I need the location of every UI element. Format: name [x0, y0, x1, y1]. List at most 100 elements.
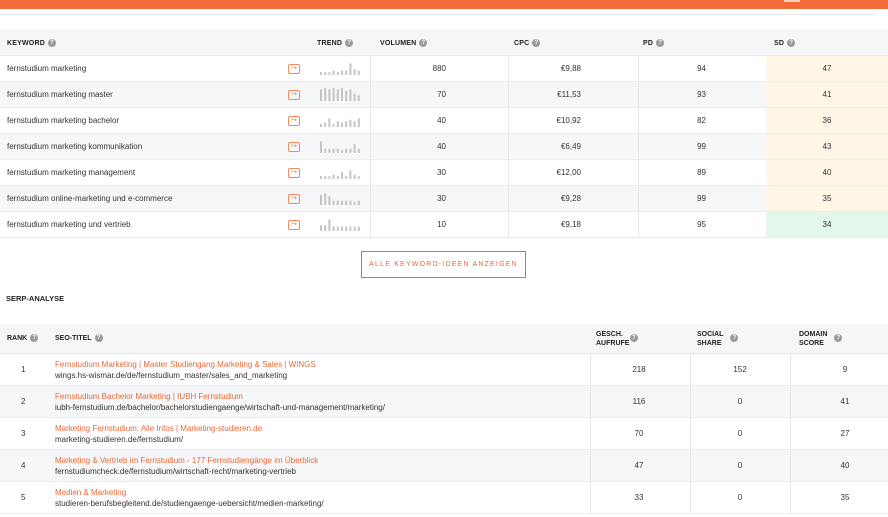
trend-bar [357, 118, 360, 127]
rank-value: 2 [21, 397, 26, 406]
trend-sparkline [320, 193, 360, 205]
question-circle-icon[interactable]: ? [834, 334, 843, 343]
external-arrow-icon[interactable]: ↪ [288, 168, 300, 178]
header-domain-score[interactable]: DOMAIN? SCORE [799, 330, 843, 348]
sd-value: 35 [766, 186, 888, 211]
header-social-share[interactable]: SOCIAL? SHARE [697, 330, 739, 348]
pd-value: 95 [697, 220, 706, 229]
trend-sparkline [320, 88, 360, 101]
column-divider [370, 212, 371, 237]
keyword-row: fernstudium marketing bachelor ↪ 40 €10,92 8… [0, 108, 888, 134]
trend-bar [328, 118, 331, 127]
column-divider [638, 56, 639, 81]
serp-title-link[interactable]: Marketing & Vertrieb im Fernstudium - 17… [55, 456, 318, 465]
serp-title-link[interactable]: Medien & Marketing [55, 488, 126, 497]
sd-value: 41 [766, 82, 888, 107]
serp-title-link[interactable]: Fernstudium Marketing | Master Studienga… [55, 360, 316, 369]
trend-bar [357, 226, 360, 231]
external-arrow-icon[interactable]: ↪ [288, 116, 300, 126]
keyword-row: fernstudium marketing master ↪ 70 €11,53 93 4… [0, 82, 888, 108]
trend-bar [324, 122, 327, 127]
views-value: 70 [634, 429, 644, 438]
header-trend[interactable]: TREND? [317, 39, 354, 47]
pd-value: 93 [697, 90, 706, 99]
question-circle-icon[interactable]: ? [30, 334, 39, 343]
trend-bar [349, 119, 352, 127]
domain-score-value: 41 [840, 397, 850, 406]
trend-bar [320, 124, 322, 127]
pd-value: 99 [697, 142, 706, 151]
keyword-text[interactable]: fernstudium marketing management [7, 160, 135, 185]
serp-table-header: RANK? SEO-TITEL? GESCH.? AUFRUFE SOCIAL? S… [0, 324, 888, 354]
external-arrow-icon[interactable]: ↪ [288, 194, 300, 204]
question-circle-icon[interactable]: ? [94, 334, 103, 343]
keyword-text[interactable]: fernstudium online-marketing und e-comme… [7, 186, 172, 211]
trend-bar [324, 193, 327, 205]
serp-url: marketing-studieren.de/fernstudium/ [55, 435, 184, 444]
external-arrow-icon[interactable]: ↪ [288, 220, 300, 230]
trend-bar [345, 70, 348, 75]
trend-bar [353, 69, 356, 75]
header-volume[interactable]: VOLUMEN? [380, 39, 428, 47]
column-divider [370, 56, 371, 81]
cpc-value: €9,88 [560, 64, 581, 73]
external-arrow-icon[interactable]: ↪ [288, 64, 300, 74]
serp-title-link[interactable]: Marketing Fernstudium: Alle Infos | Mark… [55, 424, 262, 433]
header-keyword[interactable]: KEYWORD? [7, 39, 56, 47]
header-cpc[interactable]: CPC? [514, 39, 541, 47]
trend-bar [345, 148, 348, 153]
question-circle-icon[interactable]: ? [629, 334, 638, 343]
trend-bar [320, 225, 322, 231]
trend-bar [341, 171, 343, 179]
trend-bar [320, 194, 322, 205]
column-divider [790, 450, 791, 481]
trend-bar [328, 72, 331, 75]
trend-bar [320, 72, 322, 75]
serp-row: 1 Fernstudium Marketing | Master Studieng… [0, 354, 888, 386]
trend-bar [324, 72, 327, 75]
keyword-text[interactable]: fernstudium marketing bachelor [7, 108, 119, 133]
trend-bar [336, 72, 339, 75]
trend-bar [353, 174, 356, 179]
sd-value: 36 [766, 108, 888, 133]
question-circle-icon[interactable]: ? [419, 39, 428, 47]
trend-bar [320, 141, 322, 153]
top-bar-tab [784, 0, 800, 2]
volume-value: 40 [437, 116, 446, 125]
keyword-text[interactable]: fernstudium marketing [7, 56, 86, 81]
header-rank[interactable]: RANK? [7, 334, 39, 343]
header-views[interactable]: GESCH.? AUFRUFE [596, 330, 638, 348]
serp-row: 3 Marketing Fernstudium: Alle Infos | Mar… [0, 418, 888, 450]
column-divider [370, 108, 371, 133]
question-circle-icon[interactable]: ? [345, 39, 354, 47]
question-circle-icon[interactable]: ? [730, 334, 739, 343]
trend-bar [357, 148, 360, 153]
trend-bar [345, 90, 348, 101]
column-divider [370, 134, 371, 159]
trend-bar [332, 88, 335, 101]
social-share-value: 152 [733, 365, 747, 374]
keyword-text[interactable]: fernstudium marketing und vertrieb [7, 212, 131, 237]
keyword-text[interactable]: fernstudium marketing kommunikation [7, 134, 142, 159]
question-circle-icon[interactable]: ? [656, 39, 665, 47]
trend-bar [328, 196, 331, 205]
show-all-keyword-ideas-button[interactable]: ALLE KEYWORD-IDEEN ANZEIGEN [361, 251, 526, 278]
external-arrow-icon[interactable]: ↪ [288, 142, 300, 152]
top-divider [0, 14, 875, 15]
header-sd[interactable]: SD? [774, 39, 796, 47]
keyword-text[interactable]: fernstudium marketing master [7, 82, 113, 107]
trend-bar [353, 144, 356, 153]
header-seo-title[interactable]: SEO-TITEL? [55, 334, 103, 343]
serp-title-link[interactable]: Fernstudium Bachelor Marketing | IUBH Fe… [55, 392, 243, 401]
question-circle-icon[interactable]: ? [47, 39, 56, 47]
volume-value: 10 [437, 220, 446, 229]
serp-url: wings.hs-wismar.de/de/fernstudium_master… [55, 371, 288, 380]
question-circle-icon[interactable]: ? [532, 39, 541, 47]
trend-bar [341, 200, 343, 205]
cpc-value: €12,00 [556, 168, 581, 177]
question-circle-icon[interactable]: ? [787, 39, 796, 47]
external-arrow-icon[interactable]: ↪ [288, 90, 300, 100]
trend-bar [357, 70, 360, 75]
volume-value: 40 [437, 142, 446, 151]
header-pd[interactable]: PD? [643, 39, 665, 47]
